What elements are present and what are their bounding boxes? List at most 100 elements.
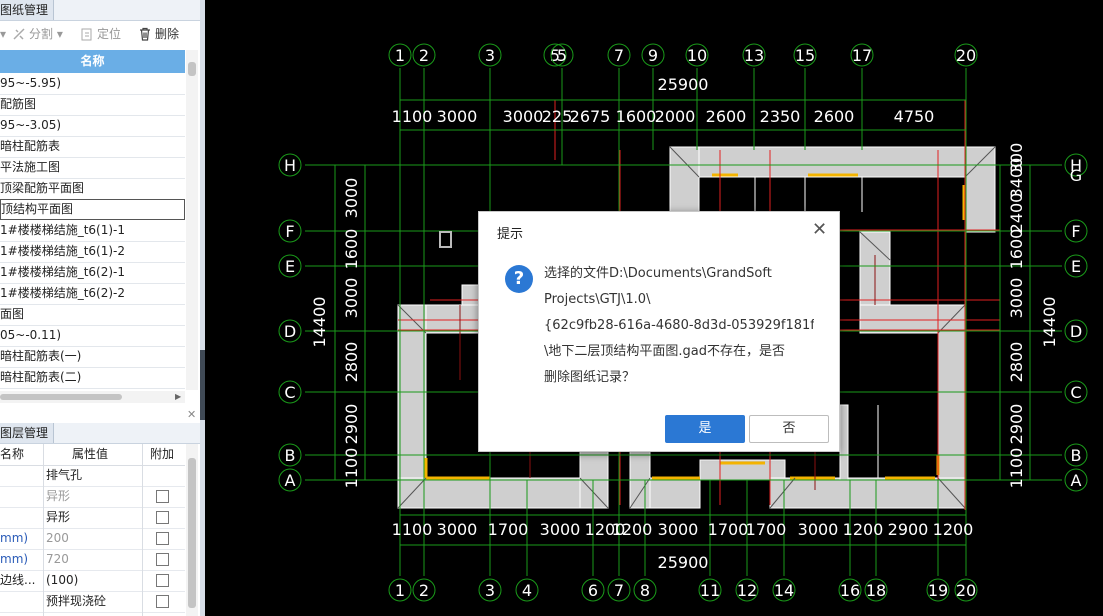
scroll-thumb[interactable] <box>188 458 196 608</box>
dropdown-arrow-icon[interactable]: ▾ <box>0 26 6 42</box>
column-header-name[interactable]: 名称 <box>0 50 185 73</box>
bottom-axis-labels: 1 2 3 4 6 7 8 11 12 14 16 18 19 20 <box>388 578 978 602</box>
table-row[interactable]: 异形 <box>0 507 185 529</box>
dimension-text: 1200 <box>843 520 884 539</box>
prop-value[interactable]: (100) <box>46 570 138 591</box>
dimension-text: 2350 <box>760 107 801 126</box>
scroll-thumb[interactable] <box>0 394 122 400</box>
axis-label: 2 <box>419 46 429 65</box>
list-item[interactable]: 1#楼楼梯结施_t6(2)-2 <box>0 283 185 305</box>
attach-checkbox[interactable] <box>156 595 169 608</box>
column-divider <box>142 444 143 616</box>
dimension-text: 1100 <box>342 448 361 489</box>
drawing-list-vscrollbar[interactable] <box>186 50 198 390</box>
list-item[interactable]: 95~-3.05) <box>0 115 185 137</box>
dimension-text: 3000 <box>342 278 361 319</box>
drawing-list-hscrollbar[interactable]: ▶ <box>0 391 185 403</box>
list-item[interactable]: 05~-0.11) <box>0 325 185 347</box>
dimension-text: 3000 <box>437 520 478 539</box>
table-row[interactable]: mm) 200 <box>0 528 185 550</box>
confirm-dialog: 提示 ✕ ? 选择的文件D:\Documents\GrandSoft Proje… <box>478 211 840 452</box>
dimension-text: 2900 <box>888 520 929 539</box>
axis-label: C <box>1070 383 1081 402</box>
axis-label: 4 <box>522 581 532 600</box>
scroll-thumb[interactable] <box>188 62 196 76</box>
wall <box>937 304 967 506</box>
header-extra: 附加 <box>150 447 175 461</box>
list-item[interactable]: 暗柱配筋表 <box>0 136 185 158</box>
close-panel-icon[interactable]: ✕ <box>187 408 196 421</box>
message-line: 删除图纸记录？ <box>544 370 636 385</box>
list-item[interactable]: 顶梁配筋平面图 <box>0 178 185 200</box>
prop-value[interactable]: 预拌现浇砼 <box>46 591 138 612</box>
tab-drawing-management[interactable]: 图纸管理 <box>0 0 55 20</box>
attach-checkbox[interactable] <box>156 490 169 503</box>
axis-label: F <box>285 222 294 241</box>
axis-label: 6 <box>588 581 598 600</box>
table-row[interactable]: 异形 <box>0 486 185 508</box>
table-row[interactable]: 排气孔 <box>0 465 185 487</box>
axis-label: 19 <box>928 581 948 600</box>
axis-label: 3 <box>485 46 495 65</box>
dimension-text: 2800 <box>1007 342 1026 383</box>
prop-value[interactable]: 720 <box>46 549 138 570</box>
list-item[interactable]: 配筋图 <box>0 94 185 116</box>
layer-panel-tabbar: 图层管理 <box>0 423 200 444</box>
list-item[interactable]: 平法施工图 <box>0 157 185 179</box>
dimension-text: 1200 <box>612 520 653 539</box>
list-item-selected[interactable]: 顶结构平面图 <box>0 199 185 220</box>
locate-button[interactable]: 定位 <box>80 26 121 42</box>
list-item[interactable]: 1#楼楼梯结施_t6(1)-2 <box>0 241 185 263</box>
attach-checkbox[interactable] <box>156 511 169 524</box>
axis-label: 8 <box>640 581 650 600</box>
property-vscrollbar[interactable] <box>186 444 198 616</box>
prop-value[interactable]: 异形 <box>46 507 138 528</box>
axis-label: 9 <box>648 46 658 65</box>
dimension-text: 3000 <box>658 520 699 539</box>
list-item[interactable]: 1#楼楼梯结施_t6(1)-1 <box>0 220 185 242</box>
message-line: {62c9fb28-616a-4680-8d3d-053929f181f <box>544 318 814 333</box>
attach-checkbox[interactable] <box>156 574 169 587</box>
list-item[interactable]: 1#楼楼梯结施_t6(2)-1 <box>0 262 185 284</box>
axis-label: 18 <box>866 581 886 600</box>
yes-button[interactable]: 是 <box>665 415 745 443</box>
no-button[interactable]: 否 <box>749 415 829 443</box>
tab-layer-management[interactable]: 图层管理 <box>0 423 55 443</box>
axis-label: 20 <box>956 46 976 65</box>
delete-button[interactable]: 删除 <box>138 26 179 42</box>
axis-label: 15 <box>795 46 815 65</box>
list-item[interactable]: 95~-5.95) <box>0 73 185 95</box>
axis-label: F <box>1071 222 1080 241</box>
prop-value[interactable]: 排气孔 <box>46 465 138 486</box>
top-axis-labels: 1 2 3 5 5 7 9 10 13 15 17 20 <box>388 43 978 67</box>
left-row-labels: H F E D C B A <box>278 153 302 492</box>
prop-value[interactable]: 200 <box>46 528 138 549</box>
locate-icon <box>81 28 92 41</box>
dimension-text: 1200 <box>933 520 974 539</box>
prop-value[interactable]: 异形 <box>46 486 138 507</box>
table-row[interactable]: mm) 720 <box>0 549 185 571</box>
table-row[interactable]: 预拌现浇砼 <box>0 591 185 613</box>
axis-label: D <box>1070 322 1082 341</box>
dialog-title: 提示 <box>497 227 524 242</box>
close-icon[interactable]: ✕ <box>812 221 827 239</box>
list-item[interactable]: 暗柱配筋表(一) <box>0 346 185 368</box>
attach-checkbox[interactable] <box>156 553 169 566</box>
drawing-list: 95~-5.95) 配筋图 95~-3.05) 暗柱配筋表 平法施工图 顶梁配筋… <box>0 73 185 391</box>
prop-name: mm) <box>0 531 29 545</box>
list-item[interactable]: 面图 <box>0 304 185 326</box>
scroll-right-arrow-icon[interactable]: ▶ <box>175 391 181 403</box>
axis-label: 14 <box>774 581 794 600</box>
table-row[interactable]: 边线... (100) <box>0 570 185 592</box>
list-item[interactable]: 暗柱配筋表(二) <box>0 367 185 389</box>
split-button[interactable]: 分割 ▾ <box>12 26 63 42</box>
header-name: 名称 <box>0 447 25 461</box>
dimension-text: 2900 <box>342 404 361 445</box>
drawing-panel-tabbar: 图纸管理 <box>0 0 200 21</box>
attach-checkbox[interactable] <box>156 532 169 545</box>
right-row-labels: H G F E D C B A <box>1064 153 1088 492</box>
axis-label: 1 <box>395 581 405 600</box>
split-icon <box>13 28 25 40</box>
dimension-text: 4750 <box>894 107 935 126</box>
dimension-total-left: 14400 <box>310 297 329 348</box>
